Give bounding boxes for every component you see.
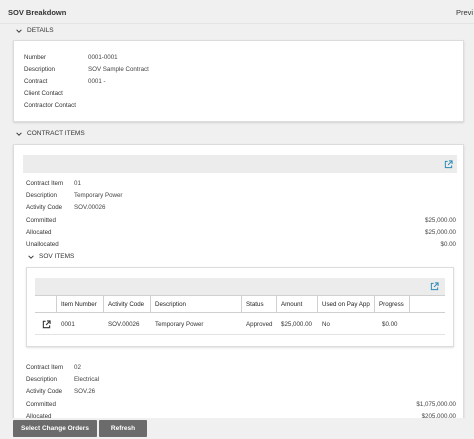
edit-external-icon[interactable] xyxy=(42,320,51,329)
sov-items-section-label: SOV ITEMS xyxy=(39,253,75,260)
item-description-value: Temporary Power xyxy=(74,192,123,199)
description-label: Description xyxy=(24,66,55,73)
committed-label: Committed xyxy=(26,217,56,224)
details-section-label: DETAILS xyxy=(27,27,54,34)
contract-items-card: Contract Item 01 Description Temporary P… xyxy=(13,144,464,434)
contract-item-value: 02 xyxy=(74,364,81,371)
cell-status: Approved xyxy=(246,321,273,328)
open-external-icon[interactable] xyxy=(430,282,439,291)
contract-item-label: Contract Item xyxy=(26,364,64,371)
contract-items-section-label: CONTRACT ITEMS xyxy=(27,130,85,137)
cell-used-on-pay-app: No xyxy=(322,321,330,328)
table-row: 0001 SOV.00026 Temporary Power Approved … xyxy=(35,313,445,335)
contractor-contact-label: Contractor Contact xyxy=(24,102,76,109)
number-value: 0001-0001 xyxy=(88,54,118,61)
item-description-label: Description xyxy=(26,192,57,199)
sov-items-panel: Item Number Activity Code Description St… xyxy=(26,267,454,347)
client-contact-label: Client Contact xyxy=(24,90,63,97)
page: SOV Breakdown Previ DETAILS Number 0001-… xyxy=(0,0,474,439)
chevron-down-icon xyxy=(28,254,34,260)
column-header-item-number[interactable]: Item Number xyxy=(61,301,97,308)
column-header-activity-code[interactable]: Activity Code xyxy=(108,301,144,308)
activity-code-value: SOV.26 xyxy=(74,388,96,395)
chevron-down-icon xyxy=(16,28,22,34)
contract-value: 0001 - xyxy=(88,78,106,85)
activity-code-value: SOV.00026 xyxy=(74,204,106,211)
allocated-label: Allocated xyxy=(26,229,52,236)
contract-item-value: 01 xyxy=(74,180,81,187)
sov-items-section-header[interactable]: SOV ITEMS xyxy=(28,253,74,260)
contract-items-section-header[interactable]: CONTRACT ITEMS xyxy=(16,130,85,137)
allocated-value: $25,000.00 xyxy=(425,229,456,236)
refresh-button[interactable]: Refresh xyxy=(99,420,147,437)
cell-progress: $0.00 xyxy=(382,321,398,328)
details-card: Number 0001-0001 Description SOV Sample … xyxy=(13,40,464,122)
footer-bar: Select Change Orders Refresh xyxy=(0,418,474,439)
cell-activity-code: SOV.00026 xyxy=(108,321,140,328)
activity-code-label: Activity Code xyxy=(26,204,63,211)
page-header: SOV Breakdown Previ xyxy=(0,0,474,24)
column-header-progress[interactable]: Progress xyxy=(379,301,404,308)
cell-amount: $25,000.00 xyxy=(281,321,312,328)
number-label: Number xyxy=(24,54,47,61)
select-change-orders-button[interactable]: Select Change Orders xyxy=(13,420,97,437)
sov-table-header: Item Number Activity Code Description St… xyxy=(35,295,445,313)
committed-value: $25,000.00 xyxy=(425,217,456,224)
page-title: SOV Breakdown xyxy=(8,8,67,17)
column-header-used-on-pay-app[interactable]: Used on Pay App xyxy=(322,301,370,308)
column-header-description[interactable]: Description xyxy=(155,301,186,308)
contract-label: Contract xyxy=(24,78,48,85)
details-section-header[interactable]: DETAILS xyxy=(16,27,54,34)
committed-value: $1,075,000.00 xyxy=(416,401,456,408)
open-external-icon[interactable] xyxy=(444,160,453,169)
item-description-value: Electrical xyxy=(74,376,100,383)
unallocated-value: $0.00 xyxy=(440,241,456,248)
committed-label: Committed xyxy=(26,401,56,408)
cell-item-number: 0001 xyxy=(61,321,75,328)
chevron-down-icon xyxy=(16,131,22,137)
preview-link[interactable]: Previ xyxy=(456,8,473,17)
column-header-status[interactable]: Status xyxy=(246,301,264,308)
contract-item-label: Contract Item xyxy=(26,180,64,187)
unallocated-label: Unallocated xyxy=(26,241,59,248)
item-description-label: Description xyxy=(26,376,57,383)
sov-items-toolbar xyxy=(35,278,445,295)
column-header-amount[interactable]: Amount xyxy=(281,301,302,308)
activity-code-label: Activity Code xyxy=(26,388,63,395)
contract-item-toolbar xyxy=(23,155,457,173)
cell-description: Temporary Power xyxy=(155,321,204,328)
description-value: SOV Sample Contract xyxy=(88,66,149,73)
